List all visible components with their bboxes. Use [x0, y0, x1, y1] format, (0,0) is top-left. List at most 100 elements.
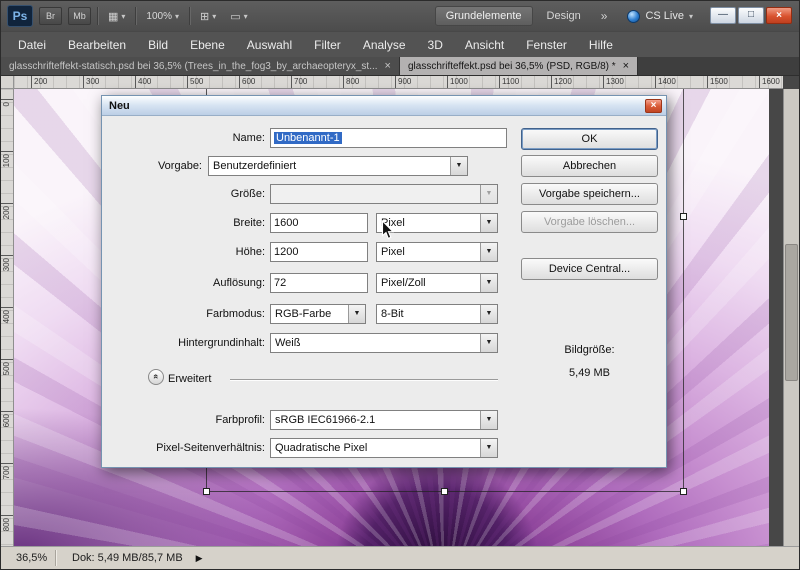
color-profile-label: Farbprofil:: [215, 414, 265, 426]
width-label: Breite:: [233, 217, 265, 229]
ruler-tick: 700: [291, 76, 307, 88]
ruler-tick-label: 700: [2, 466, 11, 480]
menu-item-bearbeiten[interactable]: Bearbeiten: [57, 34, 137, 56]
select-value: Quadratische Pixel: [275, 442, 368, 454]
collapse-icon: »: [150, 373, 161, 380]
menu-item-bild[interactable]: Bild: [137, 34, 179, 56]
color-mode-label: Farbmodus:: [206, 308, 265, 320]
ruler-tick: 1200: [551, 76, 572, 88]
pixel-aspect-ratio-label: Pixel-Seitenverhältnis:: [156, 442, 265, 454]
zoom-field[interactable]: 36,5%: [1, 552, 47, 564]
document-tab[interactable]: glasschrifteffekt-statisch.psd bei 36,5%…: [1, 57, 400, 75]
input-value: 72: [274, 277, 287, 289]
document-tab[interactable]: glasschrifteffekt.psd bei 36,5% (PSD, RG…: [399, 57, 639, 75]
size-select: ▼: [270, 184, 498, 204]
chevron-down-icon: ▼: [480, 185, 497, 203]
mini-bridge-button[interactable]: Mb: [68, 7, 91, 25]
width-input[interactable]: 1600: [270, 213, 368, 233]
transform-handle[interactable]: [441, 488, 448, 495]
chevron-down-icon: ▾: [212, 11, 217, 21]
transform-edge-right[interactable]: [683, 89, 684, 491]
height-input[interactable]: 1200: [270, 242, 368, 262]
name-input[interactable]: Unbenannt-1: [270, 128, 507, 148]
ruler-tick: 1100: [499, 76, 519, 88]
select-value: Benutzerdefiniert: [213, 160, 297, 172]
titlebar: Ps Br Mb ▦ ▾ 100% ▾ ⊞ ▾ ▭ ▾ Grundelement…: [1, 1, 799, 31]
ruler-tick: 1500: [707, 76, 728, 88]
chevron-down-icon: ▼: [480, 334, 497, 352]
ruler-tick: 300: [1, 255, 13, 307]
chevron-down-icon: ▾: [688, 11, 693, 21]
menu-item-filter[interactable]: Filter: [303, 34, 352, 56]
ruler-tick: 500: [187, 76, 203, 88]
photoshop-window: Ps Br Mb ▦ ▾ 100% ▾ ⊞ ▾ ▭ ▾ Grundelement…: [0, 0, 800, 570]
scrollbar-thumb[interactable]: [785, 244, 798, 382]
ruler-tick: 600: [1, 411, 13, 463]
menu-item-datei[interactable]: Datei: [7, 34, 57, 56]
screen-mode-button[interactable]: ▭ ▾: [226, 8, 251, 25]
menu-item-analyse[interactable]: Analyse: [352, 34, 417, 56]
divider: [55, 550, 56, 566]
dialog-titlebar[interactable]: Neu ×: [102, 96, 666, 116]
workspace-overflow-button[interactable]: »: [597, 9, 612, 23]
menu-item-ansicht[interactable]: Ansicht: [454, 34, 515, 56]
size-label: Größe:: [230, 188, 265, 200]
resolution-unit-select[interactable]: Pixel/Zoll ▼: [376, 273, 498, 293]
cancel-button[interactable]: Abbrechen: [521, 155, 658, 177]
zoom-level-value: 100%: [146, 10, 172, 22]
input-value: 1600: [274, 217, 299, 229]
chevron-down-icon: ▼: [450, 157, 467, 175]
ruler-tick-label: 100: [2, 154, 11, 168]
bit-depth-select[interactable]: 8-Bit ▼: [376, 304, 498, 324]
chevron-down-icon: ▼: [348, 305, 365, 323]
advanced-toggle-button[interactable]: »: [148, 369, 164, 385]
ruler-tick: 800: [1, 515, 13, 546]
save-preset-button[interactable]: Vorgabe speichern...: [521, 183, 658, 205]
menu-item-auswahl[interactable]: Auswahl: [236, 34, 303, 56]
tab-close-icon[interactable]: ×: [623, 60, 629, 72]
transform-handle[interactable]: [680, 213, 687, 220]
ruler-tick: 400: [135, 76, 151, 88]
vertical-scrollbar[interactable]: [783, 89, 799, 546]
color-mode-select[interactable]: RGB-Farbe ▼: [270, 304, 366, 324]
ruler-tick: 100: [1, 151, 13, 203]
ruler-tick-label: 200: [2, 206, 11, 220]
background-contents-select[interactable]: Weiß ▼: [270, 333, 498, 353]
preset-select[interactable]: Benutzerdefiniert ▼: [208, 156, 468, 176]
cs-live-label: CS Live: [645, 10, 684, 22]
tab-close-icon[interactable]: ×: [385, 60, 391, 72]
dialog-close-button[interactable]: ×: [645, 98, 662, 113]
select-value: RGB-Farbe: [275, 308, 332, 320]
status-options-arrow[interactable]: ▶: [191, 553, 208, 564]
width-unit-select[interactable]: Pixel ▼: [376, 213, 498, 233]
workspace-design[interactable]: Design: [537, 7, 591, 25]
preset-label: Vorgabe:: [157, 160, 202, 172]
menu-item-fenster[interactable]: Fenster: [515, 34, 578, 56]
height-unit-select[interactable]: Pixel ▼: [376, 242, 498, 262]
arrange-documents-button[interactable]: ⊞ ▾: [196, 8, 220, 25]
color-profile-select[interactable]: sRGB IEC61966-2.1 ▼: [270, 410, 498, 430]
maximize-button[interactable]: □: [738, 7, 764, 24]
close-button[interactable]: ×: [766, 7, 792, 24]
background-contents-label: Hintergrundinhalt:: [178, 337, 265, 349]
minimize-button[interactable]: —: [710, 7, 736, 24]
view-extras-button[interactable]: ▦ ▾: [104, 8, 129, 25]
transform-handle[interactable]: [680, 488, 687, 495]
menu-item-hilfe[interactable]: Hilfe: [578, 34, 624, 56]
zoom-level-dropdown[interactable]: 100% ▾: [142, 9, 183, 24]
statusbar: 36,5% Dok: 5,49 MB/85,7 MB ▶: [1, 546, 799, 569]
transform-handle[interactable]: [203, 488, 210, 495]
menu-item-3d[interactable]: 3D: [417, 34, 454, 56]
bridge-button[interactable]: Br: [39, 7, 62, 25]
resolution-input[interactable]: 72: [270, 273, 368, 293]
advanced-label: Erweitert: [168, 373, 212, 385]
cs-live-button[interactable]: CS Live ▾: [627, 9, 693, 23]
ruler-tick: 1400: [655, 76, 676, 88]
input-value: 1200: [274, 246, 299, 258]
ok-button[interactable]: OK: [521, 128, 658, 150]
ruler-tick: 800: [343, 76, 359, 88]
workspace-grundelemente[interactable]: Grundelemente: [434, 6, 533, 26]
menu-item-ebene[interactable]: Ebene: [179, 34, 236, 56]
device-central-button[interactable]: Device Central...: [521, 258, 658, 280]
pixel-aspect-ratio-select[interactable]: Quadratische Pixel ▼: [270, 438, 498, 458]
